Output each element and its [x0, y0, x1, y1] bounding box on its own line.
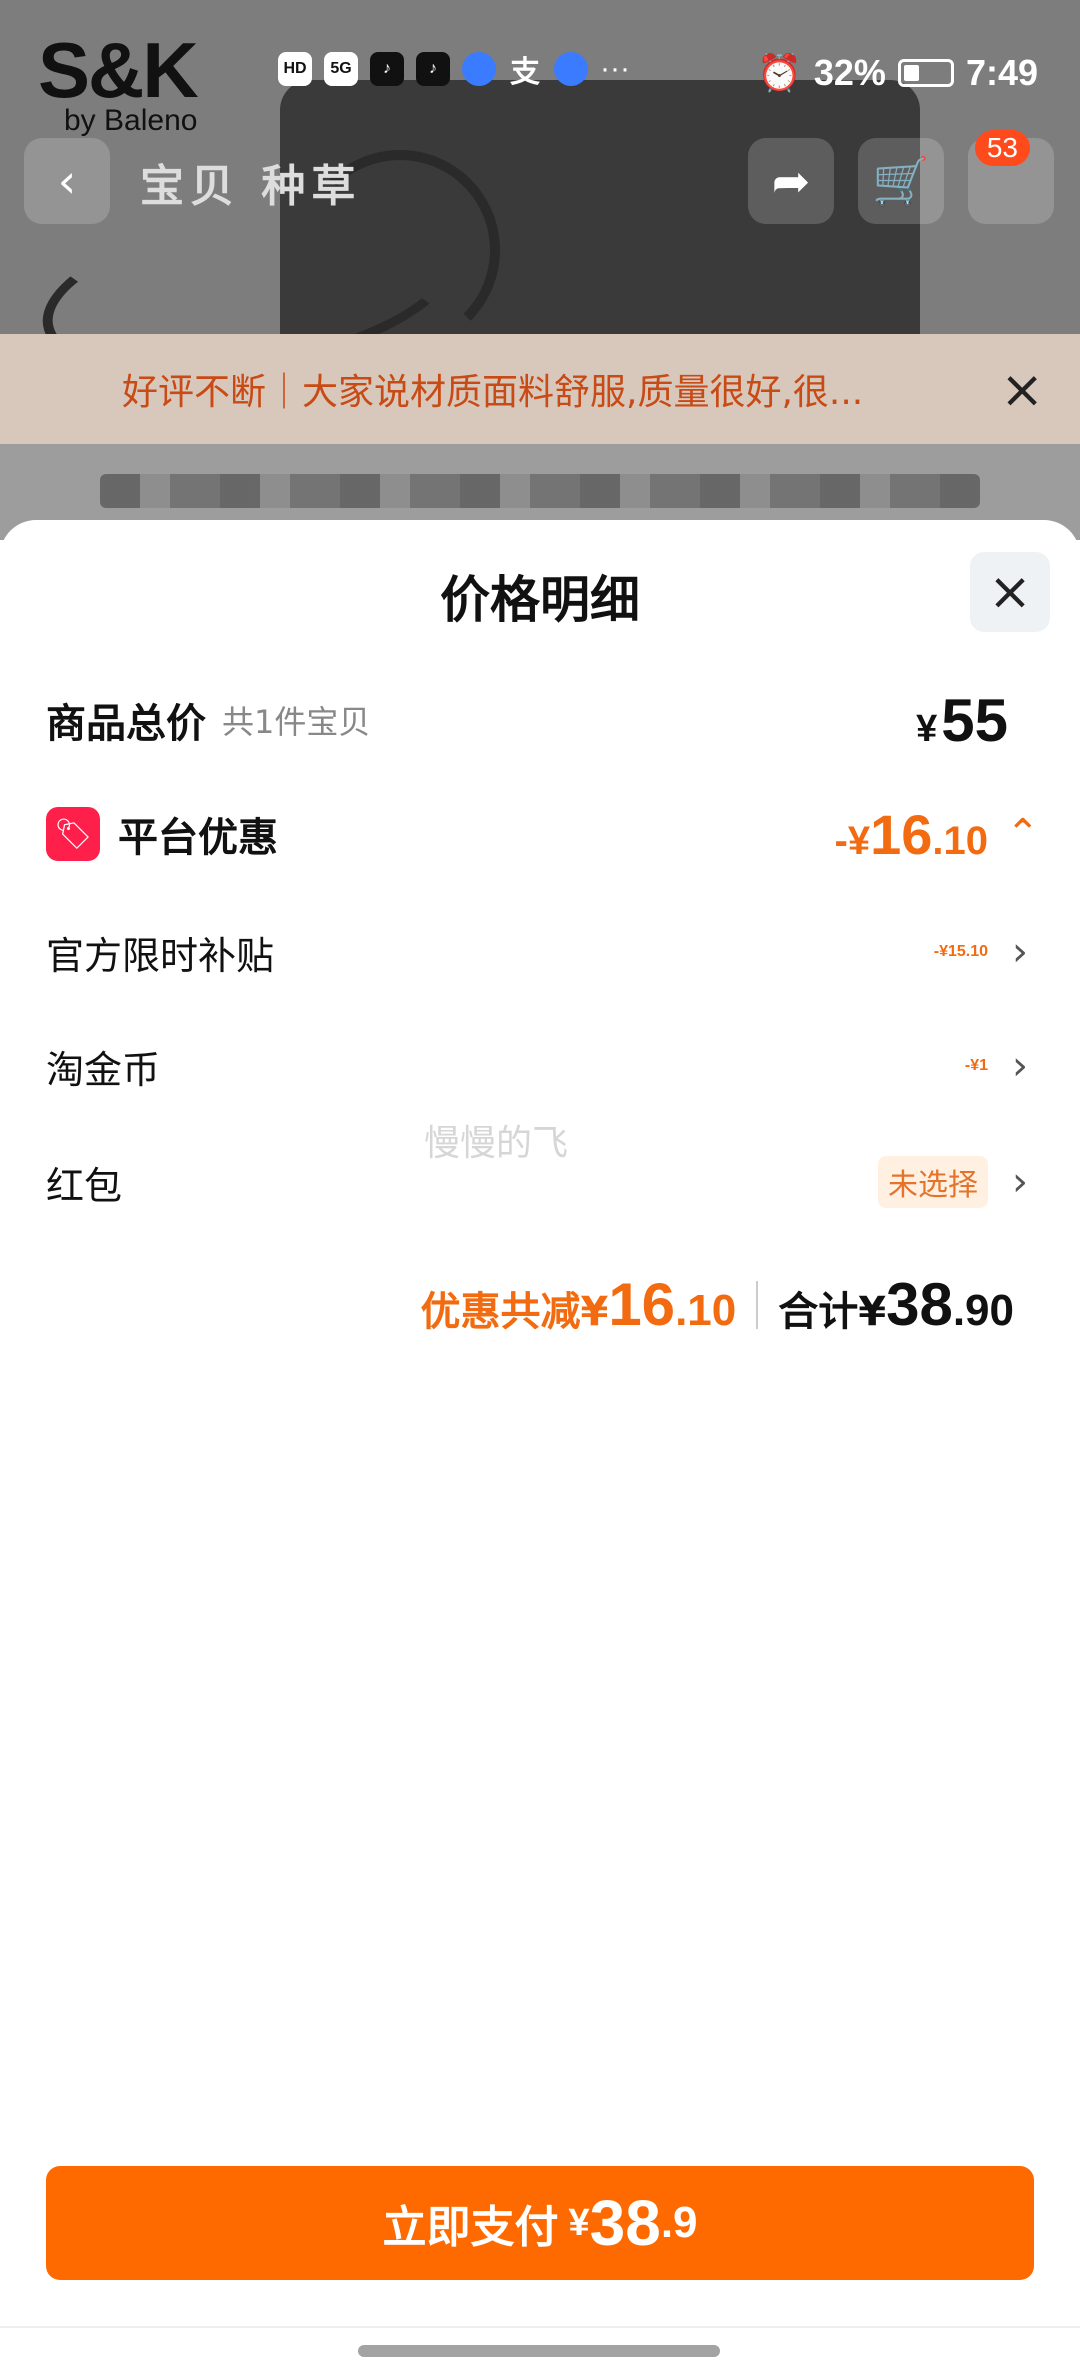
more-notifications-icon: ···	[600, 52, 630, 85]
cart-count-badge: 53	[974, 130, 1030, 166]
status-bar: HD 5G ♪ ♪ 支 ··· ⏰ 32% 7:49	[0, 40, 1080, 110]
discount-total: 优惠共减¥16.10	[420, 1271, 737, 1338]
tiktok-lite-icon: ♪	[416, 52, 450, 86]
price-detail-sheet: 价格明细 × 商品总价 共1件宝贝 ¥55 🏷 平台优惠 -¥16.10 ⌃ 官…	[0, 520, 1080, 2376]
pay-amount-int: 38	[589, 2187, 661, 2259]
sheet-title: 价格明细	[440, 571, 640, 629]
total-price-label: 商品总价	[46, 701, 206, 747]
status-icons-left: HD 5G ♪ ♪ 支 ···	[278, 52, 630, 89]
grand-total: 合计¥38.90	[778, 1271, 1014, 1338]
total-price-value: ¥55	[916, 686, 1008, 754]
watermark-text: 慢慢的飞	[424, 1123, 569, 1164]
discount-tag-icon: 🏷	[46, 807, 100, 861]
chevron-right-icon: ›	[1012, 1159, 1028, 1205]
pay-now-button[interactable]: 立即支付 ¥ 38 .9	[46, 2166, 1034, 2280]
row-total-price: 商品总价 共1件宝贝 ¥55	[46, 680, 1034, 760]
review-banner: 好评不断｜大家说材质面料舒服,质量很好,很... ×	[0, 334, 1080, 444]
taojinbi-label: 淘金币	[46, 1047, 161, 1092]
official-subsidy-value: -¥15.10	[933, 943, 988, 960]
price-summary: 优惠共减¥16.10 合计¥38.90	[420, 1270, 1014, 1339]
address-blurred	[100, 474, 980, 508]
alarm-icon: ⏰	[757, 52, 802, 93]
chevron-right-icon: ›	[1012, 929, 1028, 975]
more-button[interactable]: 53	[968, 130, 1054, 224]
alipay-icon: 支	[510, 56, 540, 89]
product-page-background: S&K by Baleno HD 5G ♪ ♪ 支 ··· ⏰ 32% 7:49…	[0, 0, 1080, 540]
close-icon: ×	[988, 562, 1032, 622]
row-platform-discount[interactable]: 🏷 平台优惠 -¥16.10 ⌃	[46, 792, 1040, 876]
item-count-label: 共1件宝贝	[222, 703, 371, 741]
platform-discount-label: 平台优惠	[118, 815, 278, 861]
share-icon: ➦	[771, 154, 811, 208]
red-packet-label: 红包	[46, 1163, 123, 1208]
share-button[interactable]: ➦	[748, 138, 834, 224]
signal-5g-icon: 5G	[324, 52, 358, 86]
cart-icon: 🛒	[872, 153, 930, 208]
nav-tabs[interactable]: 宝贝 种草	[140, 150, 361, 214]
summary-divider	[756, 1280, 759, 1329]
review-banner-text: 好评不断｜大家说材质面料舒服,质量很好,很...	[122, 372, 864, 413]
home-indicator[interactable]	[358, 2345, 720, 2357]
clock-time: 7:49	[965, 52, 1038, 93]
row-official-subsidy[interactable]: 官方限时补贴 -¥15.10 ›	[46, 912, 1034, 992]
review-banner-close-icon[interactable]: ×	[1000, 360, 1044, 420]
battery-icon	[897, 59, 954, 87]
taojinbi-value: -¥1	[964, 1057, 988, 1074]
pay-now-label: 立即支付	[382, 2202, 559, 2253]
bottom-divider	[0, 2326, 1080, 2328]
pay-amount-dec: .9	[660, 2198, 698, 2247]
product-nav-bar: ‹ 宝贝 种草 ➦ 🛒 53	[0, 130, 1080, 230]
tiktok-icon: ♪	[370, 52, 404, 86]
row-taojinbi[interactable]: 淘金币 -¥1 ›	[46, 1026, 1034, 1106]
battery-percent: 32%	[813, 52, 886, 93]
hd-icon: HD	[278, 52, 312, 86]
red-packet-status: 未选择	[878, 1156, 988, 1208]
cart-button[interactable]: 🛒	[858, 138, 944, 224]
close-button[interactable]: ×	[970, 552, 1050, 632]
platform-discount-value: -¥16.10	[834, 802, 988, 866]
browser-icon	[462, 52, 496, 86]
chevron-up-icon[interactable]: ⌃	[1006, 811, 1040, 857]
pay-currency: ¥	[568, 2201, 590, 2244]
status-icons-right: ⏰ 32% 7:49	[757, 52, 1038, 94]
back-arrow-icon: ‹	[57, 154, 77, 208]
chevron-right-icon: ›	[1012, 1043, 1028, 1089]
browser-icon-2	[554, 52, 588, 86]
back-button[interactable]: ‹	[24, 138, 110, 224]
official-subsidy-label: 官方限时补贴	[46, 933, 275, 978]
